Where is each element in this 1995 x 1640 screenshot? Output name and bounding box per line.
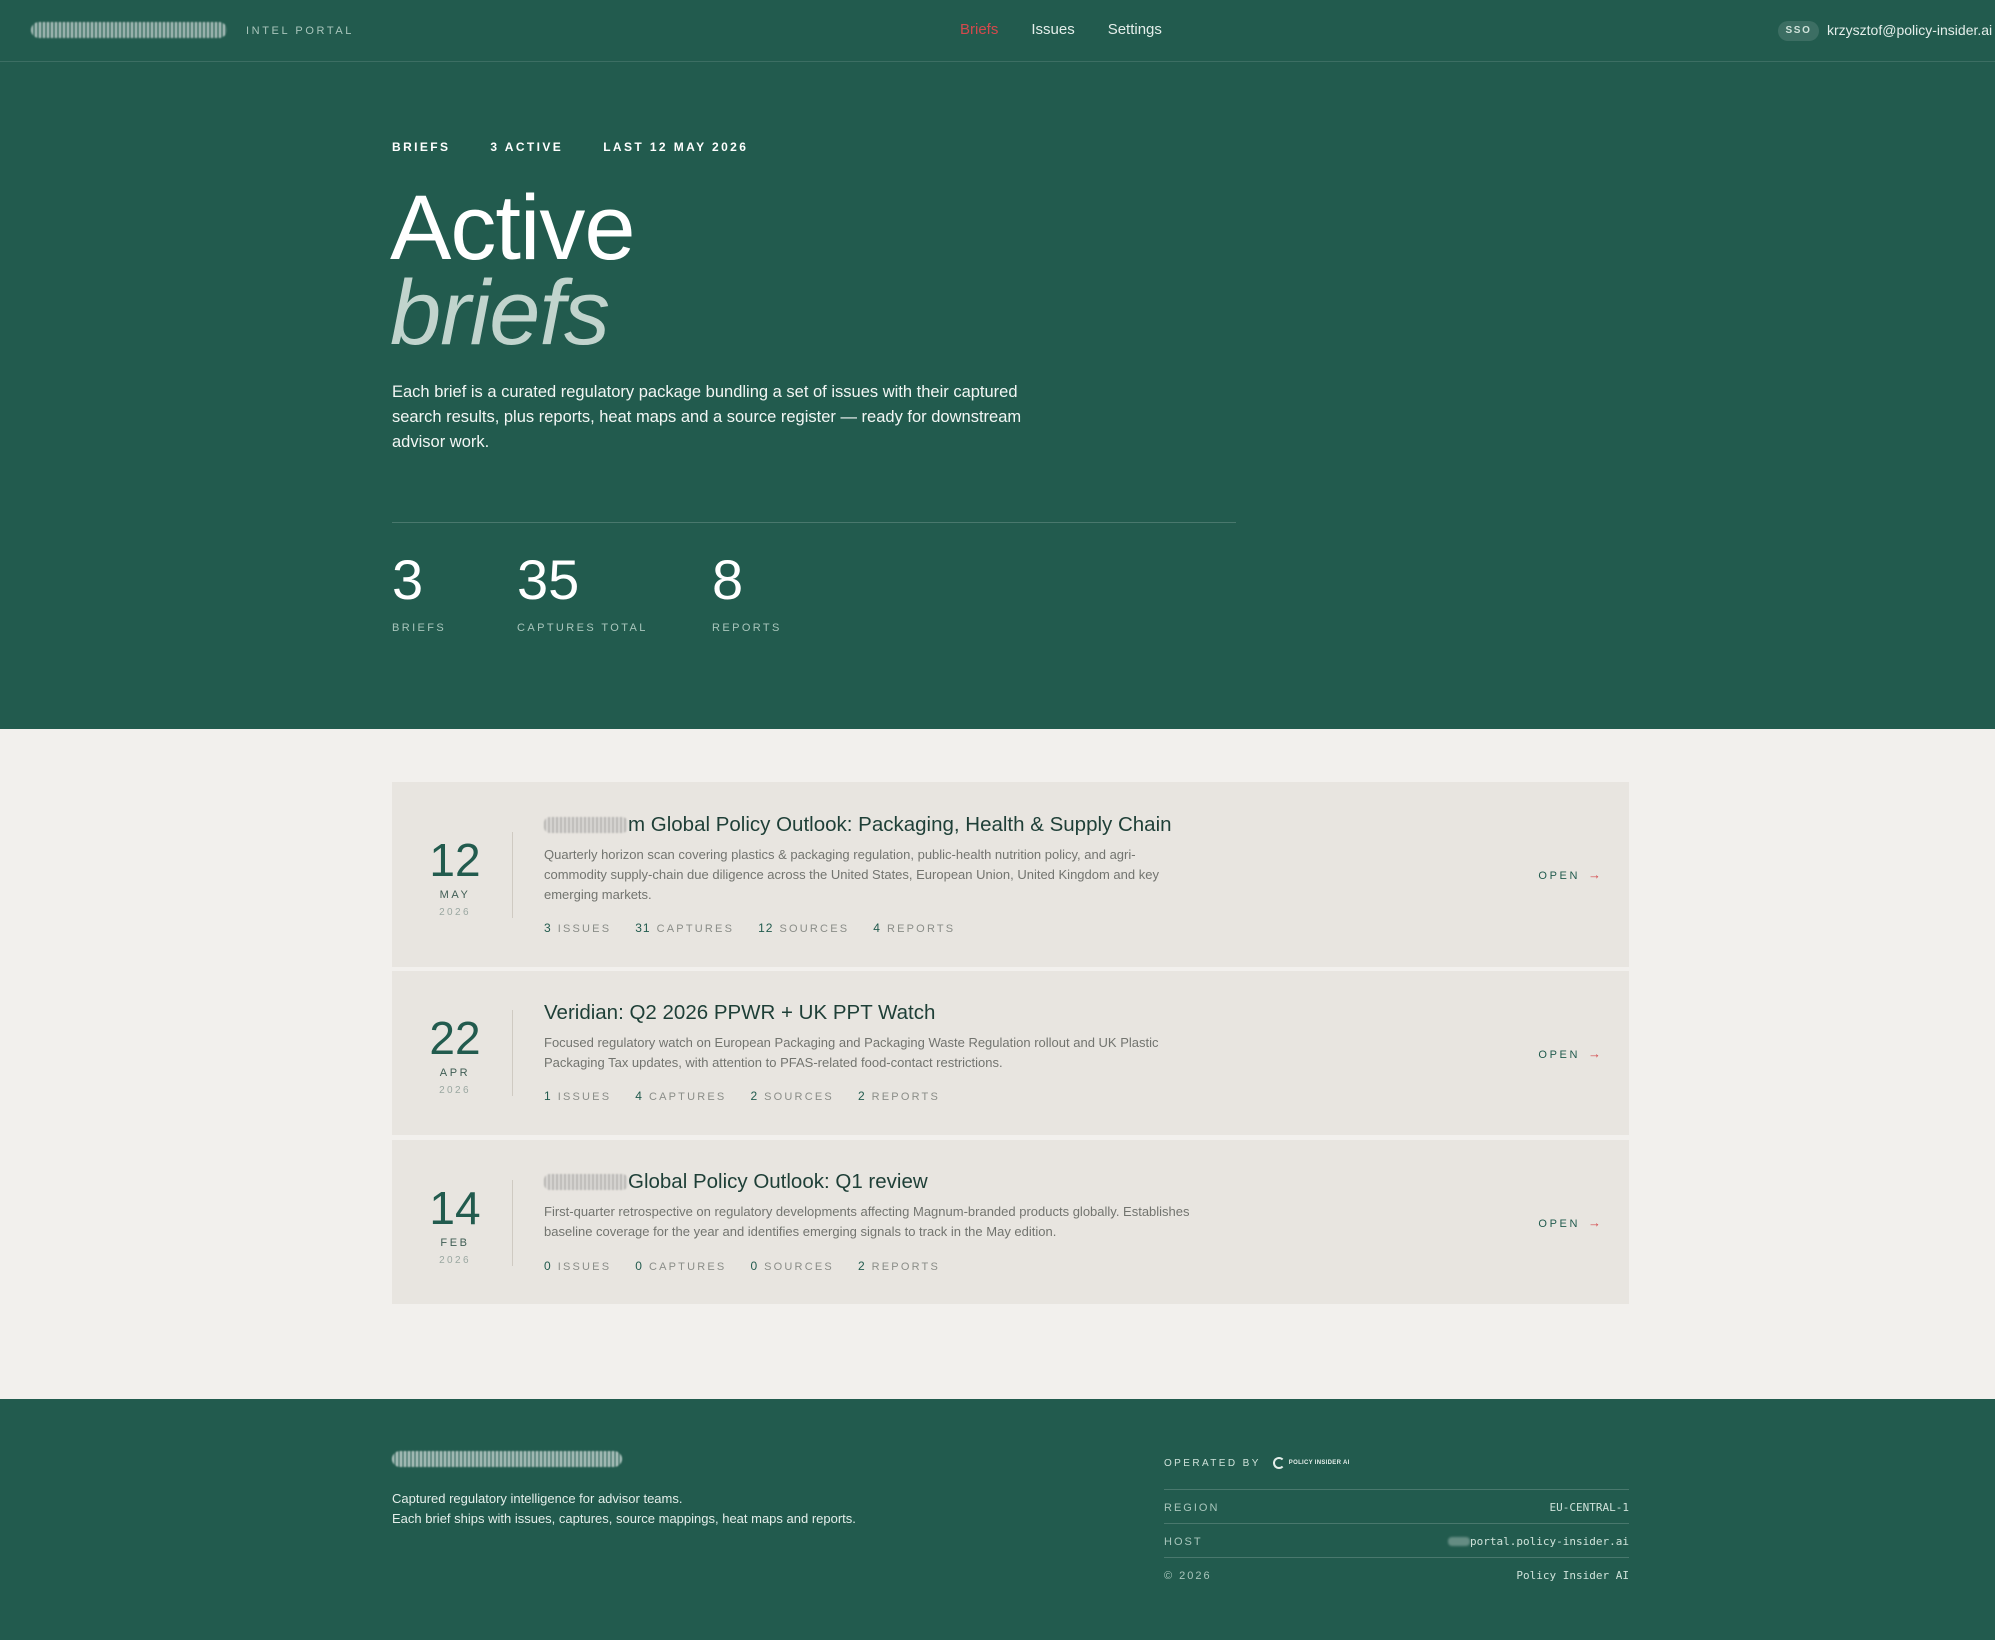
brief-title[interactable]: Veridian: Q2 2026 PPWR + UK PPT Watch [544,1001,935,1025]
tagline-line: Each brief ships with issues, captures, … [392,1511,856,1526]
date-year: 2026 [439,1255,471,1266]
count-captures: 0 CAPTURES [635,1259,727,1273]
count-reports: 2 REPORTS [857,1089,941,1103]
stat-reports: 8 REPORTS [712,548,782,635]
stat-label: REPORTS [712,622,782,634]
hero-meta: BRIEFS 3 ACTIVE LAST 12 MAY 2026 [392,140,748,154]
brief-card[interactable]: 12 MAY 2026 m Global Policy Outlook: Pac… [392,782,1629,967]
meta-section: BRIEFS [392,140,451,154]
stat-briefs: 3 BRIEFS [392,548,447,635]
footer-row-key: © 2026 [1164,1570,1212,1582]
count-issues: 1 ISSUES [544,1089,612,1103]
arrow-right-icon: → [1588,1215,1601,1230]
stat-label: BRIEFS [392,622,447,634]
page-description: Each brief is a curated regulatory packa… [392,383,1022,451]
nav-link-issues[interactable]: Issues [1031,21,1074,38]
operator-logo[interactable]: POLICY INSIDER AI [1272,1457,1350,1469]
brief-description: First-quarter retrospective on regulator… [544,1204,1190,1239]
brief-title-text: Global Policy Outlook: Packaging, Health… [645,813,1172,836]
count-sources: 0 SOURCES [750,1259,834,1273]
meta-active-count: 3 ACTIVE [490,140,564,154]
brief-description: Focused regulatory watch on European Pac… [544,1035,1159,1070]
operator-logo-text: POLICY INSIDER AI [1288,1460,1350,1466]
stat-value: 8 [712,548,744,611]
stat-value: 3 [392,548,424,611]
date-day: 22 [429,1012,481,1064]
page-title-line2: briefs [390,262,610,364]
brand-logo[interactable] [31,22,227,38]
redacted-client-name [544,1174,628,1190]
divider [392,522,1236,523]
date-year: 2026 [439,907,471,918]
date-divider [512,832,513,918]
date-divider [512,1010,513,1096]
footer-row-key: REGION [1164,1502,1220,1514]
date-month: MAY [439,889,471,901]
brief-date: 14 FEB 2026 [392,1185,518,1266]
footer-row-value: EU-CENTRAL-1 [1549,1501,1629,1514]
arrow-right-icon: → [1588,867,1601,882]
open-brief-button[interactable]: OPEN → [1538,867,1601,882]
top-nav: INTEL PORTAL Briefs Issues Settings SSO … [0,0,1995,62]
stat-value: 35 [517,548,580,611]
brief-counts: 3 ISSUES 31 CAPTURES 12 SOURCES 4 REPORTS [544,921,955,935]
brief-card[interactable]: 14 FEB 2026 Global Policy Outlook: Q1 re… [392,1140,1629,1304]
meta-last-updated: LAST 12 MAY 2026 [603,140,749,154]
brief-title[interactable]: m Global Policy Outlook: Packaging, Heal… [544,813,1172,837]
page-title-line1: Active [390,177,636,279]
nav-link-settings[interactable]: Settings [1108,21,1162,38]
redacted-subdomain [1448,1537,1471,1546]
footer-row-region: REGION EU-CENTRAL-1 [1164,1489,1629,1523]
date-day: 12 [429,834,481,886]
date-year: 2026 [439,1085,471,1096]
brief-title[interactable]: Global Policy Outlook: Q1 review [544,1170,928,1194]
footer-tagline: Captured regulatory intelligence for adv… [392,1489,856,1529]
open-brief-button[interactable]: OPEN → [1538,1046,1601,1061]
date-divider [512,1180,513,1266]
redacted-client-name [544,817,628,833]
brief-card[interactable]: 22 APR 2026 Veridian: Q2 2026 PPWR + UK … [392,971,1629,1135]
count-sources: 12 SOURCES [758,921,850,935]
stat-label: CAPTURES TOTAL [517,622,648,634]
footer-row-value: portal.policy-insider.ai [1448,1535,1629,1548]
tagline-line: Captured regulatory intelligence for adv… [392,1491,683,1506]
brief-counts: 0 ISSUES 0 CAPTURES 0 SOURCES 2 REPORTS [544,1259,940,1273]
user-email[interactable]: krzysztof@policy-insider.ai [1827,22,1992,38]
operator-logo-icon [1272,1457,1285,1469]
footer-row-value: Policy Insider AI [1516,1569,1629,1582]
nav-link-briefs[interactable]: Briefs [960,21,998,38]
count-issues: 0 ISSUES [544,1259,612,1273]
count-reports: 4 REPORTS [873,921,956,935]
hero-section: BRIEFS 3 ACTIVE LAST 12 MAY 2026 Active … [0,62,1995,729]
operated-by-label: OPERATED BY [1164,1457,1261,1469]
count-captures: 31 CAPTURES [635,921,735,935]
brand-subtitle: INTEL PORTAL [246,25,355,37]
count-issues: 3 ISSUES [544,921,612,935]
count-captures: 4 CAPTURES [635,1089,727,1103]
footer-row-copyright: © 2026 Policy Insider AI [1164,1557,1629,1591]
stat-captures: 35 CAPTURES TOTAL [517,548,648,635]
brief-title-text: Global Policy Outlook: Q1 review [628,1170,928,1193]
arrow-right-icon: → [1588,1046,1601,1061]
date-month: FEB [440,1237,470,1249]
brief-counts: 1 ISSUES 4 CAPTURES 2 SOURCES 2 REPORTS [544,1089,940,1103]
footer: Captured regulatory intelligence for adv… [0,1399,1995,1640]
brief-title-prefix: m [628,813,646,836]
footer-row-host: HOST portal.policy-insider.ai [1164,1523,1629,1557]
sso-badge: SSO [1778,21,1819,41]
brief-date: 12 MAY 2026 [392,837,518,918]
brief-description: Quarterly horizon scan covering plastics… [544,847,1159,902]
date-month: APR [439,1067,471,1079]
nav-links: Briefs Issues Settings [960,21,1162,38]
open-brief-button[interactable]: OPEN → [1538,1215,1601,1230]
footer-row-key: HOST [1164,1536,1203,1548]
date-day: 14 [429,1182,481,1234]
operated-by: OPERATED BY POLICY INSIDER AI [1164,1457,1350,1469]
footer-logo [392,1451,622,1467]
count-reports: 2 REPORTS [857,1259,941,1273]
brief-date: 22 APR 2026 [392,1015,518,1096]
brief-title-text: Veridian: Q2 2026 PPWR + UK PPT Watch [544,1001,936,1024]
count-sources: 2 SOURCES [750,1089,834,1103]
